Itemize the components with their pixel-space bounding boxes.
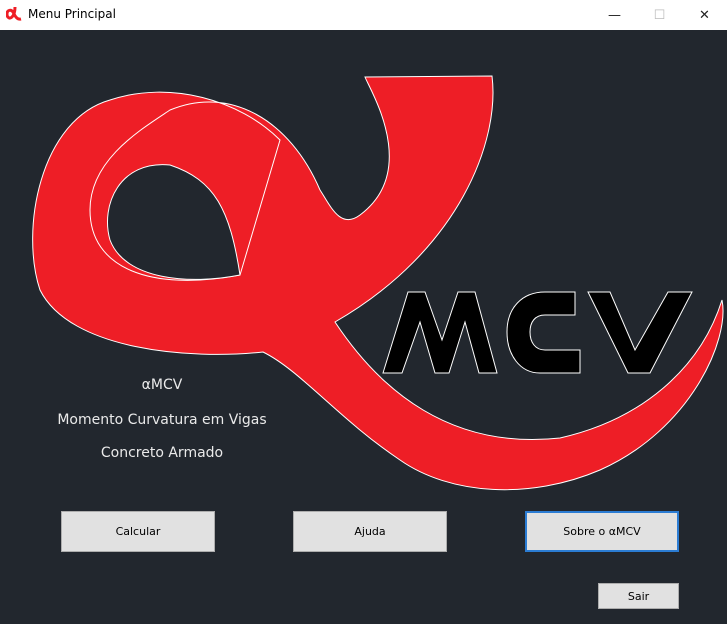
close-button[interactable]: ✕	[682, 0, 727, 30]
sobre-button[interactable]: Sobre o αMCV	[525, 511, 679, 552]
app-logo-icon	[6, 6, 22, 21]
ajuda-button[interactable]: Ajuda	[293, 511, 447, 552]
calcular-button[interactable]: Calcular	[61, 511, 215, 552]
window-title: Menu Principal	[28, 7, 116, 21]
app-name-label: αMCV	[141, 377, 183, 393]
sair-button[interactable]: Sair	[598, 583, 679, 609]
maximize-button[interactable]: ☐	[637, 0, 682, 30]
subtitle-line1: Momento Curvatura em Vigas	[57, 412, 267, 428]
subtitle-line2: Concreto Armado	[100, 445, 224, 461]
minimize-button[interactable]: —	[592, 0, 637, 30]
mcv-letters	[382, 291, 693, 374]
main-panel: αMCV Momento Curvatura em Vigas Concreto…	[0, 30, 727, 624]
title-bar: Menu Principal — ☐ ✕	[0, 0, 727, 30]
